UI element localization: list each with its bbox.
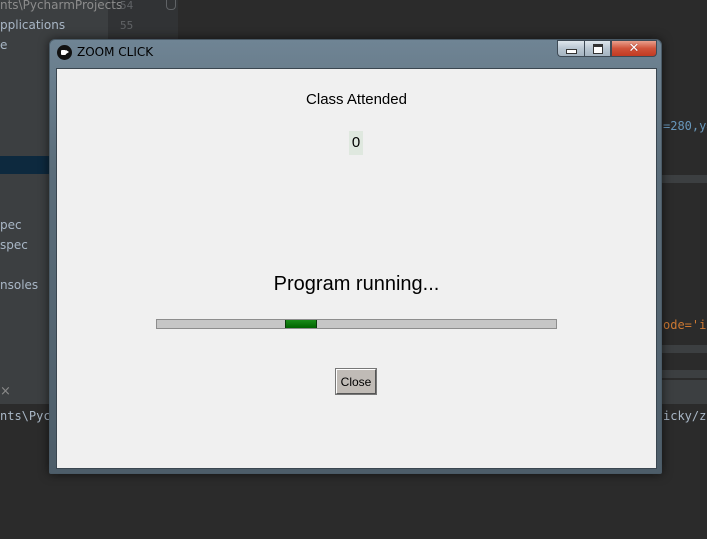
zoom-click-window: ZOOM CLICK ✕ Class Attended 0 Program ru… <box>49 39 662 474</box>
minimize-button[interactable] <box>557 40 584 57</box>
code-fragment: ode='ir <box>663 318 707 332</box>
maximize-icon <box>592 43 603 54</box>
status-text: Program running... <box>273 273 440 295</box>
window-close-button[interactable]: ✕ <box>611 40 657 57</box>
tree-item[interactable]: pec <box>0 218 22 232</box>
close-icon: ✕ <box>628 41 640 56</box>
tree-item-applications[interactable]: pplications <box>0 18 65 32</box>
fold-icon[interactable] <box>166 0 176 10</box>
minimize-icon <box>565 49 577 54</box>
close-button[interactable]: Close <box>335 368 377 395</box>
console-text: nts\Pyc <box>0 409 51 423</box>
zoom-camera-icon <box>57 45 72 60</box>
tree-item[interactable]: e <box>0 38 7 52</box>
project-path[interactable]: nts\PycharmProjects <box>0 0 122 12</box>
line-number: 54 <box>120 0 134 12</box>
console-text: icky/z <box>663 409 707 423</box>
progress-bar <box>156 319 557 329</box>
title-bar[interactable]: ZOOM CLICK ✕ <box>50 40 661 66</box>
caption-buttons: ✕ <box>557 40 657 58</box>
window-title: ZOOM CLICK <box>77 45 154 59</box>
tree-item[interactable]: spec <box>0 238 28 252</box>
code-fragment: =280,y= <box>663 119 707 133</box>
close-icon[interactable]: × <box>0 385 14 399</box>
maximize-button[interactable] <box>584 40 611 57</box>
class-attended-label: Class Attended <box>306 91 407 108</box>
tree-item-consoles[interactable]: nsoles <box>0 278 38 292</box>
window-content: Class Attended 0 Program running... Clos… <box>56 68 657 469</box>
line-number: 55 <box>120 19 134 32</box>
class-attended-count: 0 <box>349 131 363 155</box>
progress-indicator <box>285 320 317 328</box>
